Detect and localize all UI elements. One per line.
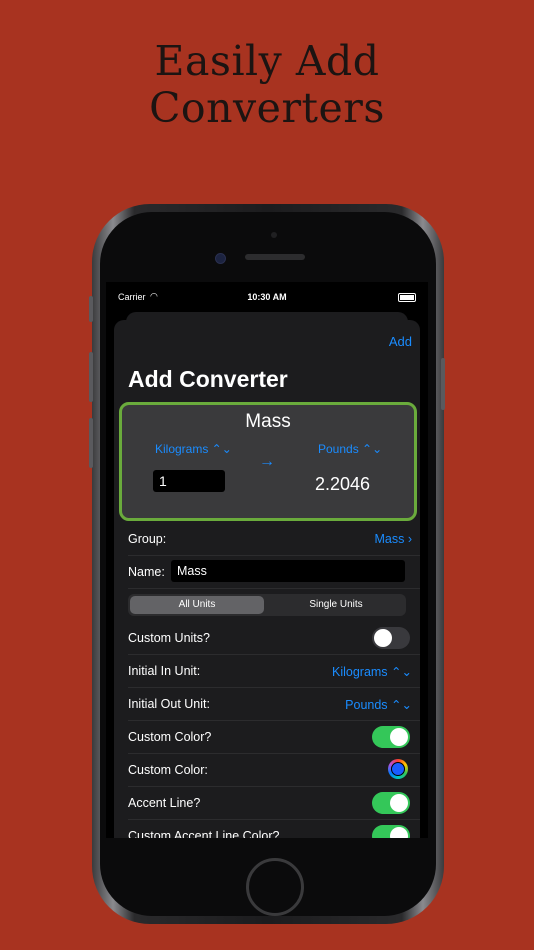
units-segmented-control[interactable]: All Units Single Units (128, 594, 406, 616)
converter-preview-card: Mass Kilograms ⌃⌄ → Pounds ⌃⌄ 1 2.2046 (119, 402, 417, 521)
group-row[interactable]: Group: Mass › (128, 522, 420, 556)
color-picker-well[interactable] (388, 759, 408, 779)
chevron-updown-icon: ⌃⌄ (391, 665, 412, 679)
group-value[interactable]: Mass › (374, 532, 412, 546)
custom-accent-label: Custom Accent Line Color? (128, 829, 280, 838)
initial-in-unit-row: Initial In Unit: Kilograms ⌃⌄ (128, 654, 420, 688)
custom-units-label: Custom Units? (128, 631, 210, 645)
front-camera-icon (215, 253, 226, 264)
preview-out-unit-picker[interactable]: Pounds ⌃⌄ (318, 442, 382, 456)
chevron-right-icon: › (407, 532, 412, 546)
accent-line-toggle[interactable] (372, 792, 410, 814)
page-title: Add Converter (128, 366, 288, 392)
add-button[interactable]: Add (389, 334, 412, 349)
status-bar: Carrier ◠ 10:30 AM (106, 282, 428, 312)
arrow-right-icon: → (259, 453, 275, 470)
power-button (441, 358, 445, 410)
sensor (271, 232, 277, 238)
preview-name: Mass (245, 411, 291, 432)
custom-color-toggle[interactable] (372, 726, 410, 748)
battery-icon (398, 293, 416, 302)
accent-line-row: Accent Line? (128, 786, 420, 820)
name-label: Name: (128, 565, 165, 579)
initial-out-unit-row: Initial Out Unit: Pounds ⌃⌄ (128, 687, 420, 721)
group-label: Group: (128, 532, 167, 546)
name-row: Name: Mass (128, 555, 420, 589)
name-input[interactable]: Mass (171, 560, 405, 582)
initial-out-unit-value: Pounds (345, 698, 388, 712)
mute-switch (89, 296, 93, 322)
phone-screen: Carrier ◠ 10:30 AM Add Add Converter Mas… (106, 282, 428, 838)
status-time: 10:30 AM (247, 292, 287, 302)
headline: Easily Add Converters (0, 38, 534, 132)
volume-up-button (89, 352, 93, 402)
chevron-updown-icon: ⌃⌄ (391, 698, 412, 712)
custom-accent-toggle[interactable] (372, 825, 410, 838)
add-converter-sheet: Add Add Converter Mass Kilograms ⌃⌄ → Po… (114, 320, 420, 838)
preview-in-value-input[interactable]: 1 (153, 470, 225, 492)
preview-in-unit-picker[interactable]: Kilograms ⌃⌄ (155, 442, 232, 456)
initial-in-unit-picker[interactable]: Kilograms ⌃⌄ (332, 664, 412, 679)
custom-color-row: Custom Color: (128, 753, 420, 787)
volume-down-button (89, 418, 93, 468)
initial-out-unit-picker[interactable]: Pounds ⌃⌄ (345, 697, 412, 712)
custom-accent-row: Custom Accent Line Color? (128, 819, 420, 838)
custom-color-toggle-label: Custom Color? (128, 730, 212, 744)
initial-in-unit-value: Kilograms (331, 665, 388, 679)
segment-single-units[interactable]: Single Units (268, 596, 404, 614)
home-button[interactable] (246, 858, 304, 916)
custom-units-toggle[interactable] (372, 627, 410, 649)
earpiece-speaker (245, 254, 305, 260)
preview-out-value: 2.2046 (315, 474, 371, 494)
custom-color-label: Custom Color: (128, 763, 208, 777)
custom-color-toggle-row: Custom Color? (128, 720, 420, 754)
accent-line-label: Accent Line? (128, 796, 201, 810)
initial-in-unit-label: Initial In Unit: (128, 664, 201, 678)
segment-all-units[interactable]: All Units (130, 596, 264, 614)
custom-units-row: Custom Units? (128, 621, 420, 655)
headline-line-2: Converters (149, 84, 385, 132)
initial-out-unit-label: Initial Out Unit: (128, 697, 210, 711)
headline-line-1: Easily Add (154, 37, 380, 85)
group-value-text: Mass (374, 532, 405, 546)
